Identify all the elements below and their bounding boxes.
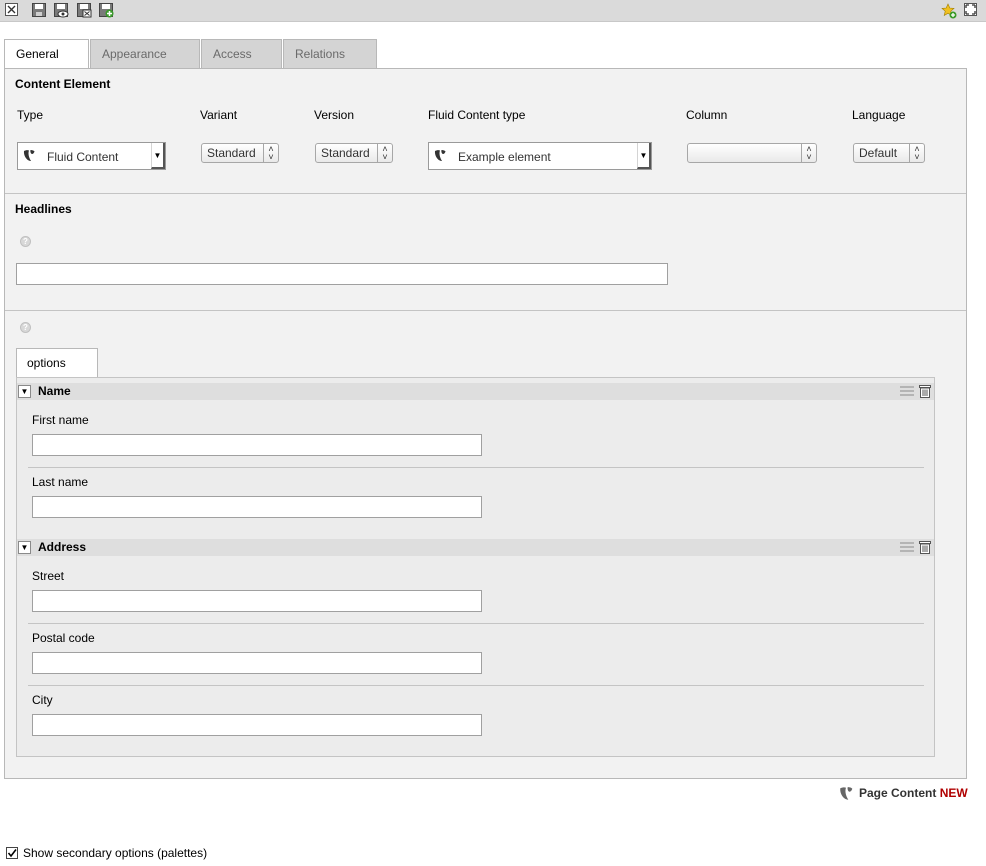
- variant-label: Variant: [200, 108, 238, 122]
- type-select-value: Fluid Content: [47, 150, 119, 164]
- fluid-content-type-select[interactable]: Example element ▼: [428, 142, 652, 170]
- typo3-logo-icon: [433, 149, 447, 163]
- address-section-header[interactable]: ▼ Address: [17, 539, 934, 556]
- section-title: Address: [38, 540, 87, 554]
- help-icon[interactable]: ?: [20, 236, 31, 247]
- variant-stepper-icon: ˄ ˅: [263, 144, 278, 162]
- drag-handle-icon[interactable]: [900, 541, 914, 556]
- name-section-header[interactable]: ▼ Name: [17, 383, 934, 400]
- save-icon[interactable]: [32, 3, 48, 19]
- postal-code-label: Postal code: [32, 631, 95, 645]
- fluid-content-type-label: Fluid Content type: [428, 108, 526, 122]
- version-select-value: Standard: [321, 146, 370, 160]
- trash-icon[interactable]: [919, 540, 931, 557]
- variant-select[interactable]: Standard ˄ ˅: [201, 143, 279, 163]
- divider: [5, 310, 966, 311]
- help-icon[interactable]: ?: [20, 322, 31, 333]
- language-select[interactable]: Default ˄ ˅: [853, 143, 925, 163]
- close-icon[interactable]: [5, 3, 21, 19]
- last-name-label: Last name: [32, 475, 89, 489]
- tab-access[interactable]: Access: [201, 39, 282, 69]
- fluid-type-dropdown-arrow-icon[interactable]: ▼: [637, 143, 651, 169]
- street-label: Street: [32, 569, 65, 583]
- language-stepper-icon: ˄ ˅: [909, 144, 924, 162]
- version-label: Version: [314, 108, 355, 122]
- collapse-toggle-icon[interactable]: ▼: [18, 541, 31, 554]
- save-close-icon[interactable]: [77, 3, 93, 19]
- city-input[interactable]: [32, 714, 482, 736]
- typo3-logo-icon: [22, 149, 36, 163]
- secondary-options-checkbox[interactable]: [6, 847, 18, 859]
- divider: [28, 685, 924, 686]
- variant-select-value: Standard: [207, 146, 256, 160]
- first-name-input[interactable]: [32, 434, 482, 456]
- language-select-value: Default: [859, 146, 898, 160]
- language-label: Language: [852, 108, 906, 122]
- tab-general[interactable]: General: [4, 39, 89, 70]
- content-element-title: Content Element: [15, 77, 111, 91]
- headlines-title: Headlines: [15, 202, 72, 216]
- trash-icon[interactable]: [919, 384, 931, 401]
- divider: [28, 467, 924, 468]
- add-favorite-icon[interactable]: [941, 3, 957, 19]
- first-name-label: First name: [32, 413, 89, 427]
- column-label: Column: [686, 108, 728, 122]
- street-input[interactable]: [32, 590, 482, 612]
- record-type-label: Page Content NEW: [859, 786, 968, 800]
- drag-handle-icon[interactable]: [900, 385, 914, 400]
- record-type: Page Content: [859, 786, 937, 800]
- version-select[interactable]: Standard ˄ ˅: [315, 143, 393, 163]
- save-new-icon[interactable]: [99, 3, 115, 19]
- tab-options[interactable]: options: [16, 348, 98, 378]
- collapse-toggle-icon[interactable]: ▼: [18, 385, 31, 398]
- postal-code-input[interactable]: [32, 652, 482, 674]
- divider: [5, 193, 966, 194]
- type-label: Type: [17, 108, 44, 122]
- last-name-input[interactable]: [32, 496, 482, 518]
- divider: [28, 623, 924, 624]
- version-stepper-icon: ˄ ˅: [377, 144, 392, 162]
- section-title: Name: [38, 384, 71, 398]
- document-toolbar: [0, 0, 986, 22]
- secondary-options-label[interactable]: Show secondary options (palettes): [23, 846, 207, 860]
- fullscreen-icon[interactable]: [964, 3, 980, 19]
- city-label: City: [32, 693, 53, 707]
- tab-relations[interactable]: Relations: [283, 39, 377, 69]
- fluid-content-type-value: Example element: [458, 150, 551, 164]
- save-view-icon[interactable]: [54, 3, 70, 19]
- new-badge: NEW: [939, 786, 968, 800]
- tab-appearance[interactable]: Appearance: [90, 39, 200, 69]
- type-dropdown-arrow-icon[interactable]: ▼: [151, 143, 165, 169]
- header-input[interactable]: [16, 263, 668, 285]
- typo3-logo-icon: [838, 786, 854, 805]
- type-select[interactable]: Fluid Content ▼: [17, 142, 166, 170]
- column-stepper-icon: ˄ ˅: [801, 144, 816, 162]
- column-select[interactable]: ˄ ˅: [687, 143, 817, 163]
